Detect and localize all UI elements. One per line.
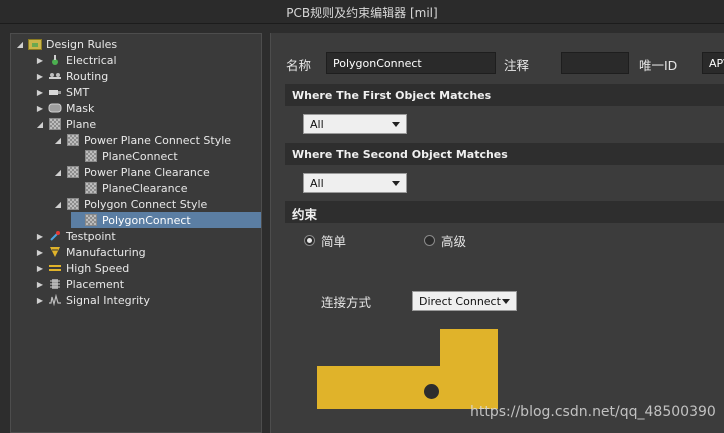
tree-item-smt[interactable]: ▶ SMT bbox=[35, 84, 285, 100]
unique-id-label: 唯一ID bbox=[639, 58, 678, 73]
tree-item-plane[interactable]: ◢ Plane bbox=[35, 116, 285, 132]
advanced-mode-radio[interactable]: 高级 bbox=[424, 231, 466, 250]
tree-item-polygonconnect[interactable]: PolygonConnect bbox=[71, 212, 261, 228]
electrical-icon bbox=[48, 54, 62, 66]
comment-field[interactable] bbox=[561, 52, 629, 74]
rule-icon bbox=[84, 214, 98, 226]
manufacturing-icon bbox=[48, 246, 62, 258]
chevron-down-icon bbox=[392, 180, 400, 186]
tree-item-label: PlaneConnect bbox=[102, 149, 178, 163]
expand-arrow-icon[interactable]: ▶ bbox=[35, 264, 45, 273]
via-pad-icon bbox=[424, 384, 439, 399]
expand-arrow-icon[interactable]: ▶ bbox=[35, 56, 45, 65]
rule-icon bbox=[84, 150, 98, 162]
rule-icon bbox=[84, 182, 98, 194]
rule-category-icon bbox=[66, 134, 80, 146]
collapse-arrow-icon[interactable]: ◢ bbox=[15, 40, 25, 49]
tree-item-high-speed[interactable]: ▶ High Speed bbox=[35, 260, 285, 276]
design-rules-folder-icon bbox=[28, 38, 42, 50]
radio-selected-icon bbox=[304, 235, 315, 246]
rules-tree-panel: ◢ Design Rules ▶ Electrical ▶ Routing ▶ … bbox=[10, 33, 262, 433]
second-object-matches-header: Where The Second Object Matches bbox=[285, 143, 724, 165]
rule-category-icon bbox=[66, 198, 80, 210]
tree-item-signal-integrity[interactable]: ▶ Signal Integrity bbox=[35, 292, 285, 308]
unique-id-field[interactable]: APV bbox=[702, 52, 724, 74]
tree-item-label: Electrical bbox=[66, 53, 117, 67]
tree-item-label: Mask bbox=[66, 101, 95, 115]
second-object-scope-select[interactable]: All bbox=[303, 173, 407, 193]
mask-icon bbox=[48, 102, 62, 114]
high-speed-icon bbox=[48, 262, 62, 274]
expand-arrow-icon[interactable]: ▶ bbox=[35, 280, 45, 289]
expand-arrow-icon[interactable]: ▶ bbox=[35, 104, 45, 113]
collapse-arrow-icon[interactable]: ◢ bbox=[35, 120, 45, 129]
tree-item-testpoint[interactable]: ▶ Testpoint bbox=[35, 228, 285, 244]
tree-item-placement[interactable]: ▶ Placement bbox=[35, 276, 285, 292]
tree-item-label: Manufacturing bbox=[66, 245, 146, 259]
expand-arrow-icon[interactable]: ▶ bbox=[35, 72, 45, 81]
radio-unselected-icon bbox=[424, 235, 435, 246]
tree-item-label: High Speed bbox=[66, 261, 130, 275]
comment-label: 注释 bbox=[504, 58, 530, 73]
tree-item-manufacturing[interactable]: ▶ Manufacturing bbox=[35, 244, 285, 260]
rule-category-icon bbox=[66, 166, 80, 178]
chevron-down-icon bbox=[392, 121, 400, 127]
simple-mode-radio[interactable]: 简单 bbox=[304, 231, 346, 250]
select-value: Direct Connect bbox=[419, 294, 501, 308]
testpoint-icon bbox=[48, 230, 62, 242]
tree-item-label: Signal Integrity bbox=[66, 293, 150, 307]
watermark: https://blog.csdn.net/qq_48500390 bbox=[470, 404, 716, 420]
polygon-shape bbox=[317, 366, 498, 409]
tree-item-mask[interactable]: ▶ Mask bbox=[35, 100, 285, 116]
tree-item-label: Power Plane Connect Style bbox=[84, 133, 232, 147]
tree-item-label: SMT bbox=[66, 85, 90, 99]
tree-item-label: Power Plane Clearance bbox=[84, 165, 210, 179]
expand-arrow-icon[interactable]: ▶ bbox=[35, 248, 45, 257]
collapse-arrow-icon[interactable]: ◢ bbox=[53, 168, 63, 177]
advanced-mode-label: 高级 bbox=[441, 234, 467, 249]
window-title: PCB规则及约束编辑器 [mil] bbox=[286, 6, 438, 20]
smt-icon bbox=[48, 86, 62, 98]
plane-icon bbox=[48, 118, 62, 130]
tree-item-label: Placement bbox=[66, 277, 125, 291]
tree-item-polygon-connect-style[interactable]: ◢ Polygon Connect Style bbox=[53, 196, 303, 212]
first-object-matches-header: Where The First Object Matches bbox=[285, 84, 724, 106]
tree-item-label: Plane bbox=[66, 117, 97, 131]
expand-arrow-icon[interactable]: ▶ bbox=[35, 88, 45, 97]
expand-arrow-icon[interactable]: ▶ bbox=[35, 232, 45, 241]
routing-icon bbox=[48, 70, 62, 82]
tree-item-label: Design Rules bbox=[46, 37, 118, 51]
tree-item-power-plane-clearance[interactable]: ◢ Power Plane Clearance bbox=[53, 164, 303, 180]
select-value: All bbox=[310, 176, 324, 190]
placement-icon bbox=[48, 278, 62, 290]
connect-style-select[interactable]: Direct Connect bbox=[412, 291, 517, 311]
tree-item-design-rules[interactable]: ◢ Design Rules bbox=[15, 36, 265, 52]
first-object-scope-select[interactable]: All bbox=[303, 114, 407, 134]
constraints-header: 约束 bbox=[285, 201, 724, 223]
tree-item-power-plane-connect-style[interactable]: ◢ Power Plane Connect Style bbox=[53, 132, 303, 148]
title-bar: PCB规则及约束编辑器 [mil] bbox=[0, 0, 724, 24]
tree-item-routing[interactable]: ▶ Routing bbox=[35, 68, 285, 84]
name-field[interactable]: PolygonConnect bbox=[326, 52, 496, 74]
signal-integrity-icon bbox=[48, 294, 62, 306]
name-label: 名称 bbox=[286, 58, 312, 73]
collapse-arrow-icon[interactable]: ◢ bbox=[53, 200, 63, 209]
connect-style-label: 连接方式 bbox=[321, 295, 372, 310]
tree-item-label: Testpoint bbox=[66, 229, 116, 243]
chevron-down-icon bbox=[502, 298, 510, 304]
select-value: All bbox=[310, 117, 324, 131]
tree-item-label: Polygon Connect Style bbox=[84, 197, 208, 211]
tree-item-electrical[interactable]: ▶ Electrical bbox=[35, 52, 285, 68]
expand-arrow-icon[interactable]: ▶ bbox=[35, 296, 45, 305]
simple-mode-label: 简单 bbox=[321, 234, 347, 249]
tree-item-label: PolygonConnect bbox=[102, 213, 191, 227]
tree-item-label: PlaneClearance bbox=[102, 181, 188, 195]
tree-item-label: Routing bbox=[66, 69, 109, 83]
collapse-arrow-icon[interactable]: ◢ bbox=[53, 136, 63, 145]
